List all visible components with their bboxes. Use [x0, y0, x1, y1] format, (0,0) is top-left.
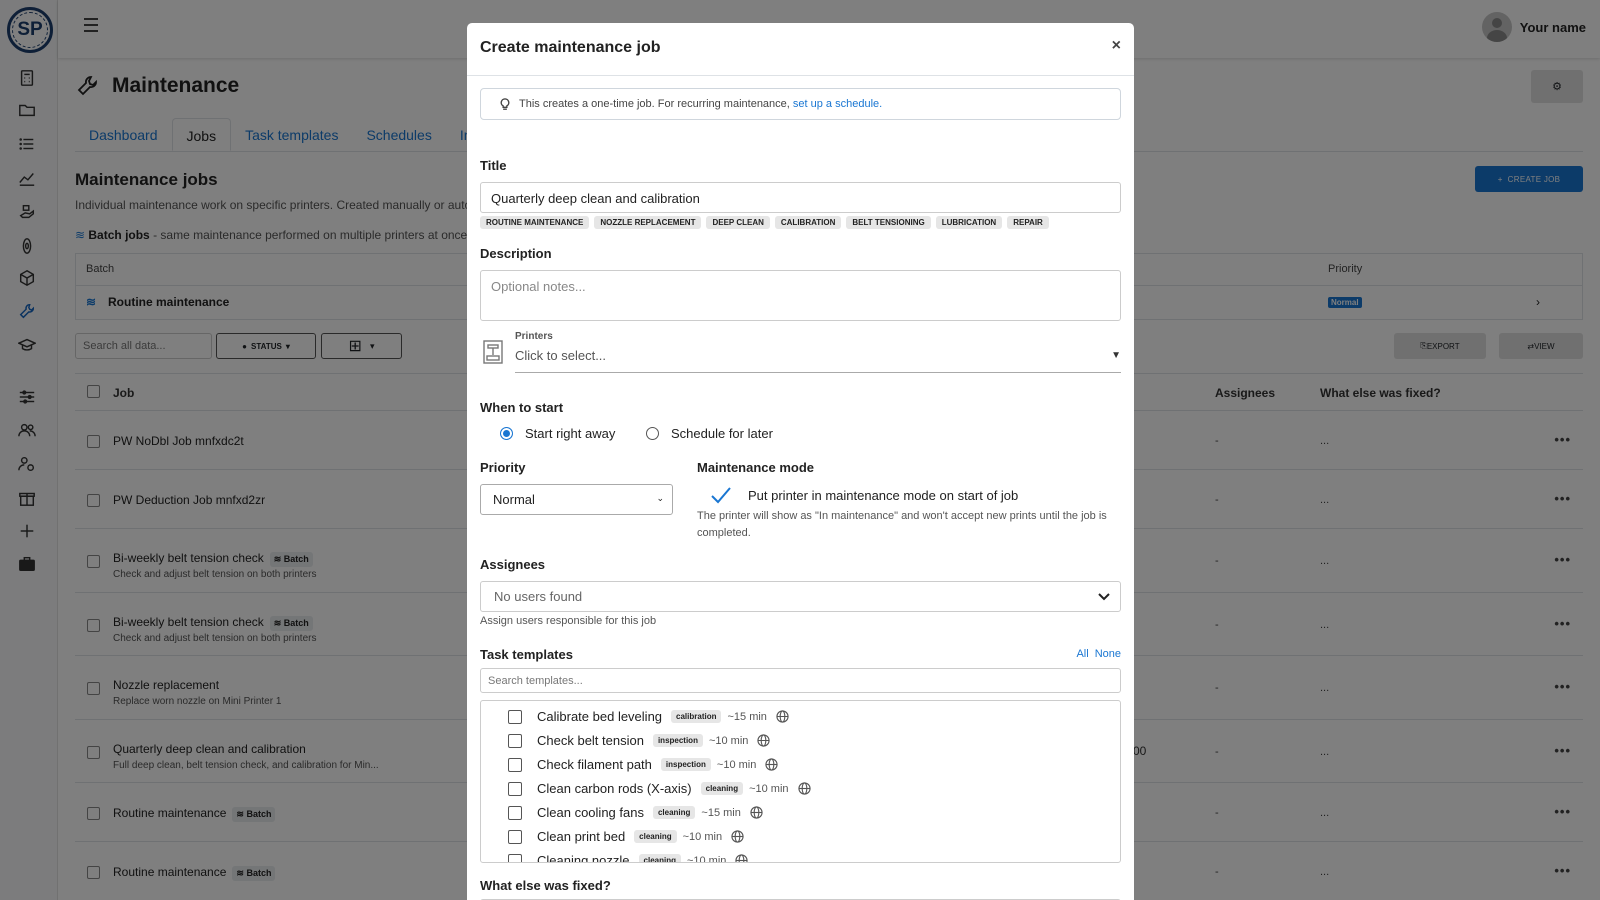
template-tag: inspection: [660, 758, 711, 771]
task-templates-label: Task templates: [480, 647, 573, 662]
chip-belt-tensioning[interactable]: BELT TENSIONING: [846, 216, 931, 229]
template-item[interactable]: Clean cooling fans cleaning ~15 min: [508, 805, 763, 820]
chip-calibration[interactable]: CALIBRATION: [774, 216, 842, 229]
globe-icon: [735, 854, 749, 862]
template-item[interactable]: Clean print bed cleaning ~10 min: [508, 829, 744, 844]
template-name: Clean carbon rods (X-axis): [537, 781, 692, 796]
template-name: Check filament path: [537, 757, 652, 772]
template-tag: inspection: [652, 734, 703, 747]
template-item[interactable]: Cleaning nozzle cleaning ~10 min: [508, 853, 749, 863]
template-item[interactable]: Check belt tension inspection ~10 min: [508, 733, 771, 748]
caret-down-icon: ▼: [1111, 350, 1121, 361]
globe-icon: [776, 710, 789, 723]
start-now-radio[interactable]: [500, 427, 513, 440]
checkmark-icon: [711, 487, 731, 504]
what-else-label: What else was fixed?: [480, 878, 611, 893]
chip-routine-maintenance[interactable]: ROUTINE MAINTENANCE: [480, 216, 590, 229]
chip-deep-clean[interactable]: DEEP CLEAN: [706, 216, 770, 229]
template-name: Check belt tension: [537, 733, 644, 748]
template-checkbox[interactable]: [508, 757, 522, 772]
start-now-option[interactable]: Start right away: [500, 426, 615, 441]
template-tag: calibration: [671, 710, 722, 723]
info-text: This creates a one-time job. For recurri…: [519, 98, 793, 110]
template-tag: cleaning: [634, 830, 677, 843]
globe-icon: [757, 734, 771, 747]
template-duration: ~10 min: [749, 782, 789, 795]
template-tag: cleaning: [652, 806, 696, 819]
modal-header: Create maintenance job ×: [467, 23, 1134, 76]
template-duration: ~10 min: [686, 854, 727, 863]
globe-icon: [797, 782, 811, 795]
template-select-links: All None: [1076, 648, 1121, 660]
template-search-input[interactable]: Search templates...: [480, 668, 1121, 693]
description-input[interactable]: Optional notes...: [480, 270, 1121, 321]
maintenance-mode-checkbox[interactable]: Put printer in maintenance mode on start…: [710, 485, 1018, 505]
title-suggestions: ROUTINE MAINTENANCE NOZZLE REPLACEMENT D…: [480, 216, 1049, 229]
template-duration: ~10 min: [708, 734, 749, 747]
template-name: Calibrate bed leveling: [537, 709, 663, 724]
assignees-help: Assign users responsible for this job: [480, 615, 657, 627]
priority-value: Normal: [493, 492, 535, 507]
template-item[interactable]: Clean carbon rods (X-axis) cleaning ~10 mi…: [508, 781, 811, 796]
assignees-select[interactable]: No users found: [480, 581, 1121, 612]
modal-title: Create maintenance job: [480, 39, 661, 56]
template-duration: ~15 min: [701, 806, 741, 819]
maintenance-mode-help: The printer will show as "In maintenance…: [697, 510, 1107, 539]
template-checkbox[interactable]: [508, 733, 522, 748]
title-input[interactable]: Quarterly deep clean and calibration: [480, 182, 1121, 213]
globe-icon: [731, 830, 744, 843]
template-checkbox[interactable]: [508, 829, 522, 844]
template-item[interactable]: Calibrate bed leveling calibration ~15 min: [508, 709, 789, 724]
select-all-link[interactable]: All: [1076, 648, 1088, 660]
lightbulb-icon: [500, 98, 510, 110]
template-name: Clean cooling fans: [537, 805, 644, 820]
template-name: Clean print bed: [537, 829, 626, 844]
printer-icon: [483, 340, 503, 364]
printers-placeholder: Click to select...: [515, 348, 607, 363]
schedule-later-option[interactable]: Schedule for later: [646, 426, 773, 441]
template-checkbox[interactable]: [508, 853, 522, 862]
schedule-later-radio[interactable]: [646, 427, 659, 440]
template-tag: cleaning: [700, 782, 744, 795]
template-duration: ~10 min: [682, 830, 723, 843]
template-item[interactable]: Check filament path inspection ~10 min: [508, 757, 779, 772]
when-to-start-label: When to start: [480, 400, 564, 415]
assignees-label: Assignees: [480, 557, 546, 572]
globe-icon: [750, 806, 763, 819]
chevron-down-icon: [1098, 593, 1110, 601]
select-none-link[interactable]: None: [1095, 648, 1121, 660]
template-duration: ~10 min: [716, 758, 757, 771]
close-icon[interactable]: ×: [1112, 37, 1121, 55]
template-checkbox[interactable]: [508, 709, 522, 724]
title-label: Title: [480, 158, 507, 173]
template-name: Cleaning nozzle: [537, 853, 630, 863]
priority-select[interactable]: Normal ⌄: [480, 484, 673, 515]
chip-repair[interactable]: REPAIR: [1007, 216, 1049, 229]
schedule-later-label: Schedule for later: [671, 426, 773, 441]
priority-label: Priority: [480, 460, 526, 475]
template-duration: ~15 min: [727, 710, 767, 723]
chip-lubrication[interactable]: LUBRICATION: [935, 216, 1003, 229]
info-alert: This creates a one-time job. For recurri…: [480, 88, 1121, 120]
schedule-link[interactable]: set up a schedule.: [793, 98, 882, 110]
template-tag: cleaning: [638, 854, 681, 862]
template-checkbox[interactable]: [508, 781, 522, 796]
chevron-down-icon: ⌄: [656, 493, 664, 503]
create-job-modal: Create maintenance job × This creates a …: [467, 23, 1134, 900]
template-list: Calibrate bed leveling calibration ~15 min…: [480, 700, 1121, 863]
maintenance-mode-label: Maintenance mode: [697, 460, 815, 475]
chip-nozzle-replacement[interactable]: NOZZLE REPLACEMENT: [594, 216, 702, 229]
printers-field: Printers Click to select... ▼: [480, 331, 1121, 374]
printers-label: Printers: [515, 331, 553, 342]
assignees-value: No users found: [494, 589, 583, 604]
start-now-label: Start right away: [525, 426, 616, 441]
template-checkbox[interactable]: [508, 805, 522, 820]
printers-select[interactable]: Click to select... ▼: [515, 348, 1121, 373]
maintenance-mode-text: Put printer in maintenance mode on start…: [748, 487, 1019, 503]
description-label: Description: [480, 246, 552, 261]
globe-icon: [765, 758, 779, 771]
